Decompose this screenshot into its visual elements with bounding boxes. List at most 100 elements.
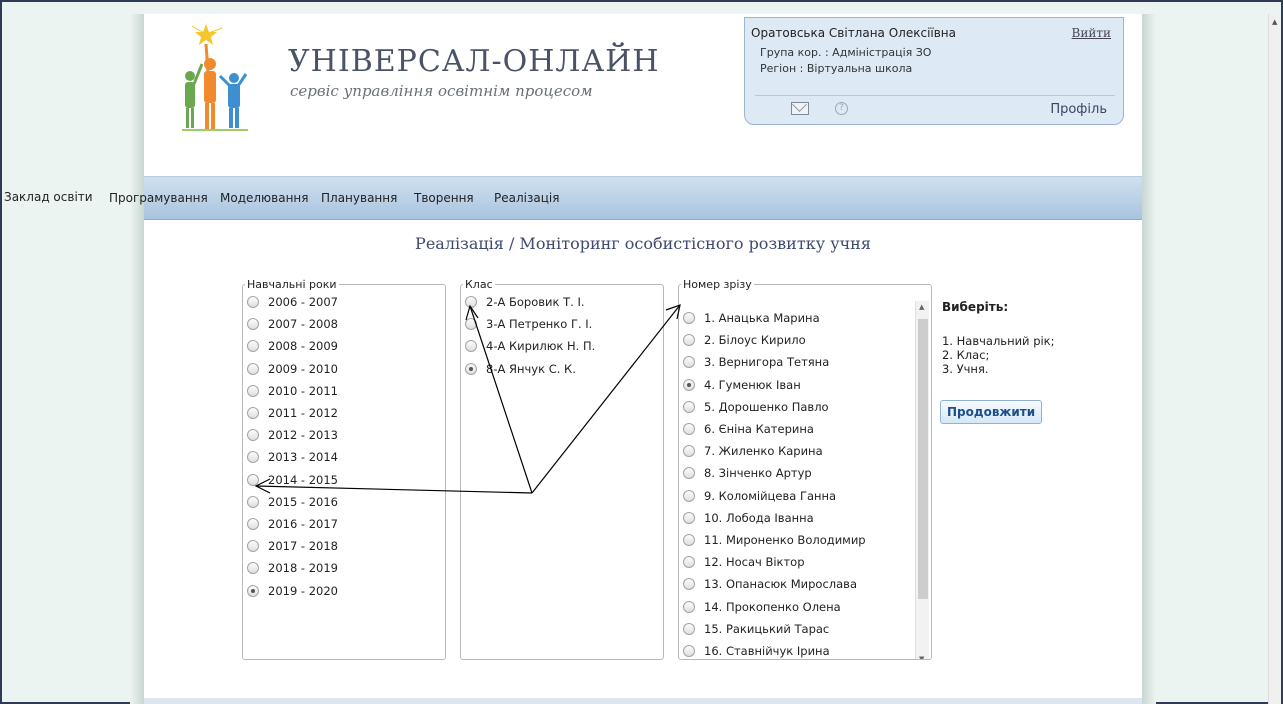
- radio-option[interactable]: 13. Опанасюк Мирослава: [683, 573, 911, 595]
- radio-button-icon[interactable]: [247, 340, 259, 353]
- radio-option[interactable]: 6. Єніна Катерина: [683, 418, 911, 440]
- step-year: 1. Навчальний рік;: [942, 334, 1055, 348]
- radio-button-icon[interactable]: [683, 356, 695, 369]
- radio-option[interactable]: 8. Зінченко Артур: [683, 462, 911, 484]
- radio-label: 1. Анацька Марина: [704, 311, 820, 326]
- radio-button-icon[interactable]: [683, 467, 695, 480]
- radio-label: 6. Єніна Катерина: [704, 422, 814, 437]
- radio-button-icon[interactable]: [683, 312, 695, 325]
- radio-option[interactable]: 15. Ракицький Тарас: [683, 618, 911, 640]
- radio-button-icon[interactable]: [683, 556, 695, 569]
- radio-button-icon[interactable]: [247, 517, 259, 530]
- radio-option[interactable]: 14. Прокопенко Олена: [683, 595, 911, 617]
- years-group: Навчальні роки 2006 - 2007 2007 - 2008 200…: [242, 278, 446, 660]
- radio-option[interactable]: 1. Анацька Марина: [683, 307, 911, 329]
- radio-label: 2. Білоус Кирило: [704, 333, 806, 348]
- radio-option[interactable]: 2. Білоус Кирило: [683, 329, 911, 351]
- radio-option[interactable]: 2006 - 2007: [247, 291, 445, 313]
- radio-option[interactable]: 2015 - 2016: [247, 491, 445, 513]
- radio-button-icon[interactable]: [247, 540, 259, 553]
- radio-button-icon[interactable]: [465, 362, 477, 375]
- radio-option[interactable]: 5. Дорошенко Павло: [683, 396, 911, 418]
- radio-button-icon[interactable]: [247, 384, 259, 397]
- radio-button-icon[interactable]: [683, 600, 695, 613]
- students-scroll-area[interactable]: 1. Анацька Марина 2. Білоус Кирило 3. Верн…: [683, 307, 911, 659]
- step-student: 3. Учня.: [942, 362, 989, 376]
- radio-button-icon[interactable]: [683, 445, 695, 458]
- radio-label: 4. Гуменюк Іван: [704, 377, 801, 392]
- scrollbar-thumb[interactable]: [918, 319, 928, 599]
- radio-button-icon[interactable]: [683, 578, 695, 591]
- radio-option[interactable]: 11. Мироненко Володимир: [683, 529, 911, 551]
- radio-option[interactable]: 16. Ставнійчук Ірина: [683, 640, 911, 659]
- radio-button-icon[interactable]: [247, 451, 259, 464]
- help-icon[interactable]: ?: [835, 102, 848, 115]
- radio-option[interactable]: 2010 - 2011: [247, 380, 445, 402]
- nav-item-modeling[interactable]: Моделювання: [220, 191, 308, 205]
- nav-item-institution-visible[interactable]: Заклад освіти: [4, 190, 93, 204]
- radio-option[interactable]: 12. Носач Віктор: [683, 551, 911, 573]
- radio-option[interactable]: 3. Вернигора Тетяна: [683, 351, 911, 373]
- radio-button-icon[interactable]: [683, 423, 695, 436]
- radio-option[interactable]: 2018 - 2019: [247, 557, 445, 579]
- radio-label: 2007 - 2008: [268, 317, 338, 332]
- radio-option[interactable]: 2007 - 2008: [247, 313, 445, 335]
- radio-option[interactable]: 4. Гуменюк Іван: [683, 374, 911, 396]
- radio-button-icon[interactable]: [247, 495, 259, 508]
- radio-option[interactable]: 7. Жиленко Карина: [683, 440, 911, 462]
- radio-option[interactable]: 2011 - 2012: [247, 402, 445, 424]
- profile-link[interactable]: Профіль: [1050, 102, 1107, 117]
- radio-option[interactable]: 3-А Петренко Г. І.: [465, 313, 663, 335]
- scroll-up-arrow-icon[interactable]: ▲: [1272, 18, 1277, 26]
- radio-button-icon[interactable]: [247, 296, 259, 309]
- radio-button-icon[interactable]: [465, 296, 477, 309]
- radio-button-icon[interactable]: [683, 622, 695, 635]
- radio-button-icon[interactable]: [683, 511, 695, 524]
- radio-option[interactable]: 8-А Янчук С. К.: [465, 358, 663, 380]
- continue-button[interactable]: Продовжити: [940, 400, 1043, 424]
- steps-list: 1. Навчальний рік; 2. Клас; 3. Учня.: [942, 334, 1055, 376]
- radio-option[interactable]: 2-А Боровик Т. І.: [465, 291, 663, 313]
- radio-button-icon[interactable]: [683, 378, 695, 391]
- radio-label: 14. Прокопенко Олена: [704, 599, 841, 614]
- radio-option[interactable]: 2008 - 2009: [247, 335, 445, 357]
- scroll-down-icon[interactable]: ▼: [919, 655, 924, 659]
- radio-label: 2010 - 2011: [268, 383, 338, 398]
- radio-option[interactable]: 2017 - 2018: [247, 535, 445, 557]
- radio-button-icon[interactable]: [683, 644, 695, 657]
- nav-item-creation[interactable]: Творення: [414, 191, 474, 205]
- logout-link[interactable]: Вийти: [1072, 26, 1111, 40]
- nav-item-realization[interactable]: Реалізація: [494, 191, 559, 205]
- radio-button-icon[interactable]: [247, 473, 259, 486]
- radio-label: 3. Вернигора Тетяна: [704, 355, 830, 370]
- radio-button-icon[interactable]: [465, 318, 477, 331]
- radio-option[interactable]: 2014 - 2015: [247, 469, 445, 491]
- radio-option[interactable]: 10. Лобода Іванна: [683, 507, 911, 529]
- radio-button-icon[interactable]: [465, 340, 477, 353]
- students-scrollbar[interactable]: ▲ ▼: [915, 301, 929, 659]
- radio-option[interactable]: 2019 - 2020: [247, 579, 445, 601]
- radio-option[interactable]: 2012 - 2013: [247, 424, 445, 446]
- radio-label: 2017 - 2018: [268, 539, 338, 554]
- radio-button-icon[interactable]: [247, 429, 259, 442]
- scroll-up-icon[interactable]: ▲: [919, 303, 924, 311]
- radio-button-icon[interactable]: [247, 562, 259, 575]
- radio-option[interactable]: 2016 - 2017: [247, 513, 445, 535]
- mail-icon[interactable]: [791, 102, 809, 115]
- radio-button-icon[interactable]: [247, 584, 259, 597]
- radio-button-icon[interactable]: [683, 400, 695, 413]
- radio-button-icon[interactable]: [683, 533, 695, 546]
- radio-button-icon[interactable]: [247, 362, 259, 375]
- radio-button-icon[interactable]: [247, 318, 259, 331]
- window-scrollbar[interactable]: ▲: [1268, 14, 1281, 704]
- nav-item-planning[interactable]: Планування: [321, 191, 397, 205]
- radio-label: 3-А Петренко Г. І.: [486, 317, 593, 332]
- radio-button-icon[interactable]: [683, 334, 695, 347]
- radio-option[interactable]: 4-А Кирилюк Н. П.: [465, 335, 663, 357]
- radio-button-icon[interactable]: [683, 489, 695, 502]
- radio-button-icon[interactable]: [247, 407, 259, 420]
- radio-option[interactable]: 9. Коломійцева Ганна: [683, 485, 911, 507]
- radio-option[interactable]: 2013 - 2014: [247, 446, 445, 468]
- nav-item-programming[interactable]: Програмування: [109, 191, 208, 205]
- radio-option[interactable]: 2009 - 2010: [247, 358, 445, 380]
